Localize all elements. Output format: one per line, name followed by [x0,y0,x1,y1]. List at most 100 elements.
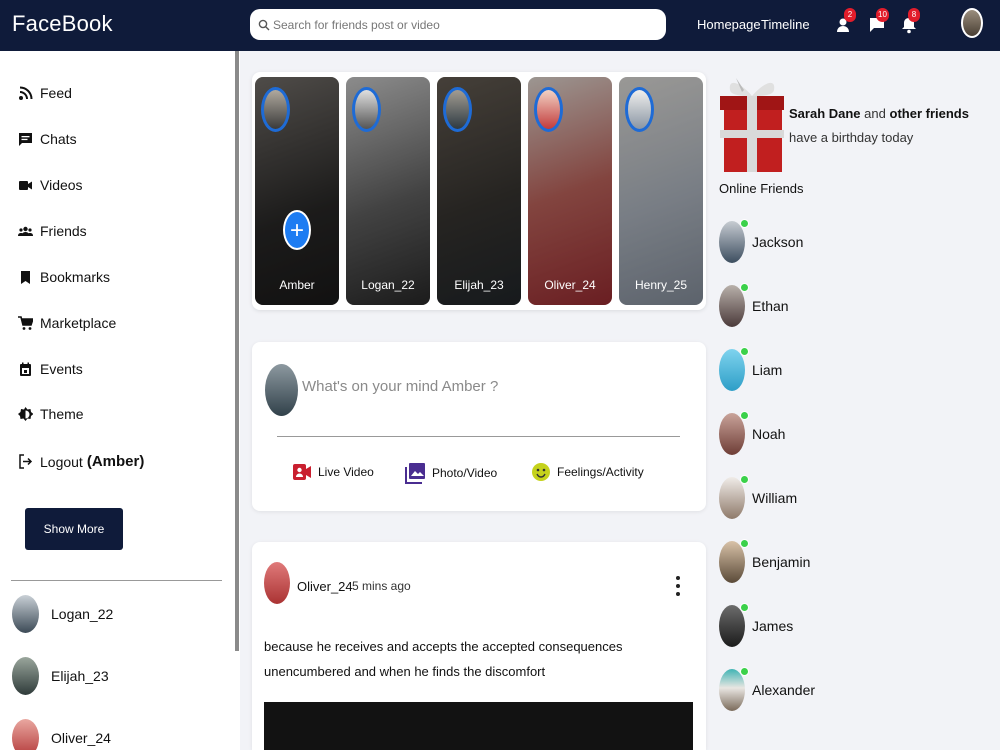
avatar [719,539,749,583]
story-card[interactable]: Logan_22 [346,77,430,305]
story-avatar [534,87,563,132]
smiley-icon [532,463,550,481]
show-more-button[interactable]: Show More [25,508,123,550]
sidebar-scrollbar[interactable] [235,51,239,651]
sidebar-item-bookmarks[interactable]: Bookmarks [18,269,110,285]
sidebar-item-theme[interactable]: Theme [18,406,84,422]
sidebar-item-feed[interactable]: Feed [18,85,72,101]
online-friend-name: Liam [752,362,783,378]
sidebar-item-label: Chats [40,131,77,147]
sidebar-friend[interactable]: Logan_22 [12,595,113,633]
sidebar-item-chats[interactable]: Chats [18,131,77,147]
messages-button[interactable]: 10 [868,8,889,34]
avatar [719,283,749,327]
story-name: Amber [279,278,315,292]
online-friend[interactable]: Noah [719,411,786,455]
online-status-dot [740,219,749,228]
gift-icon [720,78,784,172]
photo-video-label: Photo/Video [432,466,498,480]
birthday-others[interactable]: other friends [890,106,969,121]
avatar [719,603,749,647]
nav-homepage[interactable]: Homepage [697,17,761,32]
story-avatar [261,87,290,132]
composer-divider [277,436,680,437]
friend-requests-button[interactable]: 2 [836,8,856,34]
story-avatar [352,87,381,132]
nav-timeline[interactable]: Timeline [761,17,810,32]
logout-icon [19,454,33,469]
notifications-button[interactable]: 8 [900,8,920,34]
logout-label: Logout [40,453,83,470]
avatar[interactable] [264,562,290,604]
story-name: Elijah_23 [454,278,504,292]
avatar [719,475,749,519]
sidebar-friend[interactable]: Oliver_24 [12,719,111,750]
post-composer: Live Video Photo/Video Feelings/Activity [252,342,706,511]
story-name: Henry_25 [634,278,688,292]
cart-icon [18,315,33,330]
live-video-button[interactable]: Live Video [292,462,374,482]
sidebar-item-events[interactable]: Events [18,361,83,377]
story-card[interactable]: Oliver_24 [528,77,612,305]
avatar [719,347,749,391]
online-friend[interactable]: Ethan [719,283,789,327]
more-options-icon[interactable] [672,574,684,598]
online-friend[interactable]: James [719,603,794,647]
online-friend[interactable]: Benjamin [719,539,811,583]
birthday-name[interactable]: Sarah Dane [789,106,861,121]
sidebar-item-label: Friends [40,223,87,239]
sidebar-item-friends[interactable]: Friends [18,223,87,239]
story-card[interactable]: Henry_25 [619,77,703,305]
sidebar-item-videos[interactable]: Videos [18,177,83,193]
online-friend[interactable]: Jackson [719,219,804,263]
online-status-dot [740,283,749,292]
online-friend[interactable]: Liam [719,347,783,391]
post-author[interactable]: Oliver_24 [297,579,353,594]
rss-icon [19,86,33,100]
sidebar-item-logout[interactable]: Logout (Amber) [18,453,144,470]
online-friend-name: Benjamin [752,554,811,570]
sidebar-item-label: Feed [40,85,72,101]
story-card[interactable]: Elijah_23 [437,77,521,305]
bookmark-icon [21,270,30,284]
search-bar[interactable] [250,9,666,40]
feelings-activity-button[interactable]: Feelings/Activity [531,462,644,482]
sidebar-item-label: Videos [40,177,83,193]
messages-badge: 10 [876,8,889,22]
online-friend-name: Ethan [752,298,789,314]
live-video-icon [293,464,311,480]
sidebar-item-marketplace[interactable]: Marketplace [18,315,116,331]
avatar [12,595,39,633]
online-friend-name: Jackson [752,234,804,250]
story-name: Oliver_24 [544,278,596,292]
online-friend[interactable]: William [719,475,798,519]
sidebar-friend[interactable]: Elijah_23 [12,657,109,695]
photo-icon [405,463,425,484]
sidebar-item-label: Marketplace [40,315,117,331]
live-video-label: Live Video [318,465,374,479]
story-card[interactable]: + Amber [255,77,339,305]
avatar [12,719,39,750]
app-logo[interactable]: FaceBook [12,11,113,37]
theme-icon [18,406,33,421]
online-friend-name: William [752,490,798,506]
add-story-icon[interactable]: + [283,210,311,250]
logout-user: (Amber) [86,453,145,470]
sidebar-friend-name: Logan_22 [51,606,114,622]
online-friend[interactable]: Alexander [719,667,815,711]
online-friend-name: Noah [752,426,786,442]
profile-avatar[interactable] [961,8,983,38]
photo-video-button[interactable]: Photo/Video [405,462,497,484]
sidebar-item-label: Events [40,361,83,377]
status-input[interactable] [302,378,682,395]
post-timestamp: 5 mins ago [352,579,411,593]
online-status-dot [740,539,749,548]
calendar-icon [20,362,31,376]
online-status-dot [740,347,749,356]
sidebar-friend-name: Elijah_23 [51,668,109,684]
online-friend-name: James [752,618,794,634]
friend-requests-badge: 2 [844,8,856,22]
search-input[interactable] [273,17,653,32]
post-image[interactable] [264,702,693,750]
feed-post: Oliver_24 5 mins ago because he receives… [252,542,706,750]
